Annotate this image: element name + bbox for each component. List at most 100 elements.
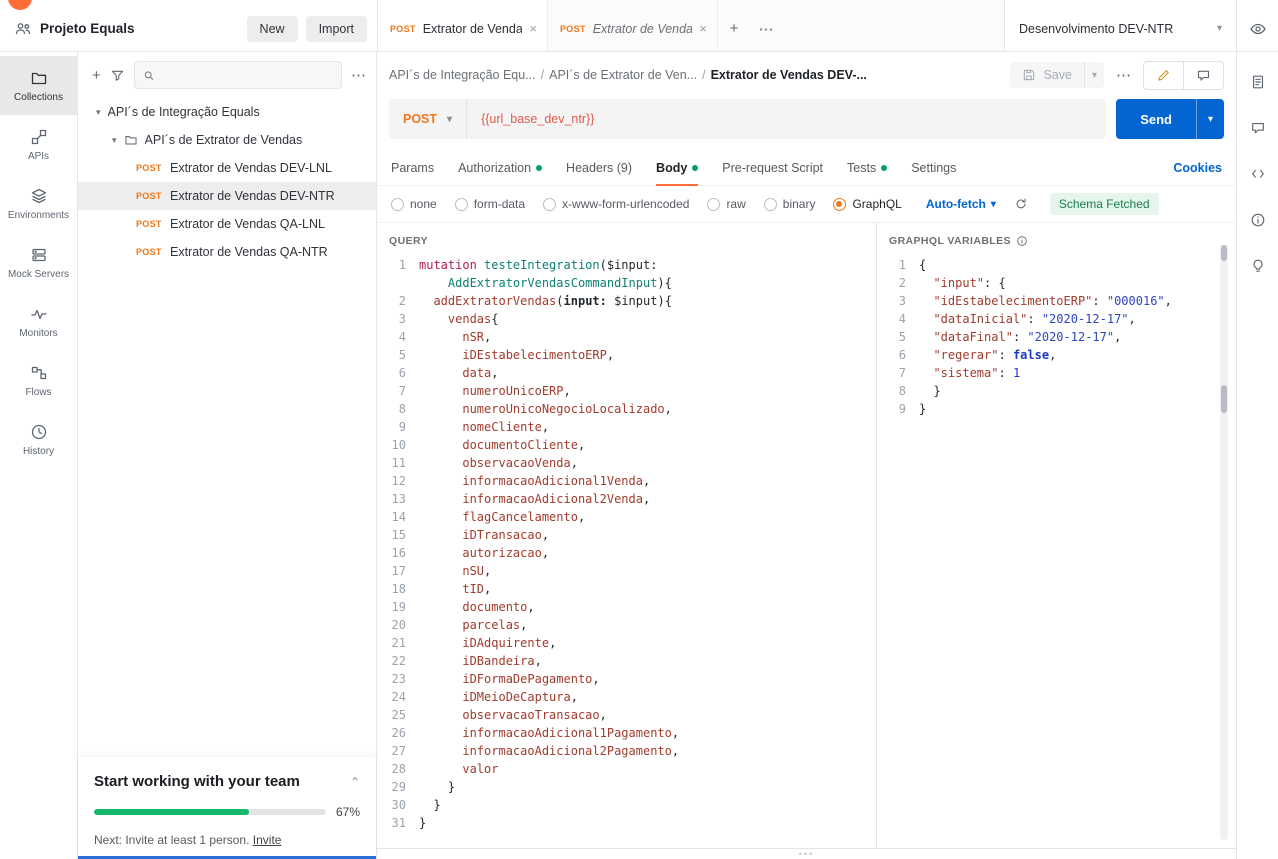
sidebar-search[interactable] [133,61,342,89]
chevron-down-icon[interactable]: ▾ [112,135,117,146]
request-info-button[interactable] [1250,212,1266,228]
cookies-link[interactable]: Cookies [1173,161,1222,175]
code-line[interactable]: 21 iDAdquirente, [389,634,876,652]
breadcrumb-collection[interactable]: API´s de Integração Equ... [389,68,536,82]
send-button[interactable]: Send [1116,99,1196,139]
code-line[interactable]: 1{ [889,256,1210,274]
documentation-button[interactable] [1250,74,1266,90]
send-options-chevron[interactable]: ▾ [1196,99,1224,139]
code-line[interactable]: 6 data, [389,364,876,382]
breadcrumb-folder[interactable]: API´s de Extrator de Ven... [549,68,697,82]
code-line[interactable]: 13 informacaoAdicional2Venda, [389,490,876,508]
new-tab-button[interactable]: + [718,0,750,51]
code-line[interactable]: 8 numeroUnicoNegocioLocalizado, [389,400,876,418]
import-button[interactable]: Import [305,15,367,42]
code-line[interactable]: 14 flagCancelamento, [389,508,876,526]
tab-authorization[interactable]: Authorization [458,150,543,185]
refresh-icon[interactable] [1014,197,1028,211]
request-tab-active[interactable]: POST Extrator de Vendas DEV × [378,0,548,51]
request-item[interactable]: POST Extrator de Vendas DEV-LNL [78,154,376,182]
code-line[interactable]: 19 documento, [389,598,876,616]
request-item[interactable]: POST Extrator de Vendas QA-NTR [78,238,376,266]
sidebar-item-collections[interactable]: Collections [0,56,77,115]
code-line[interactable]: 7 numeroUnicoERP, [389,382,876,400]
query-editor[interactable]: 1 mutation testeIntegration($input: AddEx… [389,256,876,848]
sidebar-item-flows[interactable]: Flows [0,351,77,410]
environment-selector[interactable]: Desenvolvimento DEV-NTR ▾ [1004,0,1236,51]
code-line[interactable]: 20 parcelas, [389,616,876,634]
chevron-down-icon[interactable]: ▾ [96,107,101,118]
close-icon[interactable]: × [529,21,537,36]
pull-requests-button[interactable] [1250,258,1266,274]
body-type-graphql[interactable]: GraphQL [833,197,902,211]
response-splitter[interactable]: ••• [377,848,1236,859]
filter-icon[interactable] [110,68,125,83]
scrollbar-thumb[interactable] [1221,245,1227,261]
body-type-none[interactable]: none [391,197,437,211]
comments-panel-button[interactable] [1250,120,1266,136]
code-line[interactable]: 1 mutation testeIntegration($input: AddEx… [389,256,876,292]
code-line[interactable]: 29 } [389,778,876,796]
add-collection-button[interactable]: + [92,67,101,84]
code-line[interactable]: 3 "idEstabelecimentoERP": "000016", [889,292,1210,310]
code-line[interactable]: 23 iDFormaDePagamento, [389,670,876,688]
code-snippet-button[interactable] [1250,166,1266,182]
request-item[interactable]: POST Extrator de Vendas QA-LNL [78,210,376,238]
code-line[interactable]: 3 vendas{ [389,310,876,328]
search-input[interactable] [160,67,333,83]
collapse-icon[interactable]: ⌃ [350,775,360,789]
tab-settings[interactable]: Settings [911,150,956,185]
code-line[interactable]: 25 observacaoTransacao, [389,706,876,724]
code-line[interactable]: 6 "regerar": false, [889,346,1210,364]
collection-folder[interactable]: ▾ API´s de Extrator de Vendas [78,126,376,154]
save-options-chevron[interactable]: ▾ [1083,62,1104,88]
save-button[interactable]: Save [1010,62,1084,88]
code-line[interactable]: 7 "sistema": 1 [889,364,1210,382]
sidebar-item-apis[interactable]: APIs [0,115,77,174]
code-line[interactable]: 15 iDTransacao, [389,526,876,544]
code-line[interactable]: 27 informacaoAdicional2Pagamento, [389,742,876,760]
body-type-form-data[interactable]: form-data [454,197,525,211]
code-line[interactable]: 5 "dataFinal": "2020-12-17", [889,328,1210,346]
code-line[interactable]: 12 informacaoAdicional1Venda, [389,472,876,490]
method-dropdown[interactable]: POST ▾ [389,99,468,139]
tab-body[interactable]: Body [656,150,699,186]
invite-link[interactable]: Invite [253,833,282,847]
code-line[interactable]: 16 autorizacao, [389,544,876,562]
tab-options-icon[interactable]: ⋯ [750,0,782,51]
sidebar-options-icon[interactable]: ⋯ [351,66,366,84]
close-icon[interactable]: × [699,21,707,36]
code-line[interactable]: 9} [889,400,1210,418]
code-line[interactable]: 5 iDEstabelecimentoERP, [389,346,876,364]
tab-params[interactable]: Params [391,150,434,185]
request-tab-preview[interactable]: POST Extrator de Vendas DEV × [548,0,718,51]
url-input[interactable]: {{url_base_dev_ntr}} [467,112,608,126]
edit-button[interactable] [1144,62,1183,89]
code-line[interactable]: 18 tID, [389,580,876,598]
code-line[interactable]: 8 } [889,382,1210,400]
code-line[interactable]: 22 iDBandeira, [389,652,876,670]
code-line[interactable]: 10 documentoCliente, [389,436,876,454]
code-line[interactable]: 4 nSR, [389,328,876,346]
body-type-raw[interactable]: raw [707,197,746,211]
tab-pre-request-script[interactable]: Pre-request Script [722,150,823,185]
code-line[interactable]: 26 informacaoAdicional1Pagamento, [389,724,876,742]
variables-editor[interactable]: 1{2 "input": {3 "idEstabelecimentoERP": … [889,256,1210,848]
scrollbar-track[interactable] [1220,245,1228,840]
code-line[interactable]: 2 addExtratorVendas(input: $input){ [389,292,876,310]
collection-root[interactable]: ▾ API´s de Integração Equals [78,98,376,126]
workspace-name[interactable]: Projeto Equals [40,21,135,36]
request-options-icon[interactable]: ⋯ [1116,66,1131,84]
code-line[interactable]: 9 nomeCliente, [389,418,876,436]
comments-button[interactable] [1183,61,1223,89]
sidebar-item-environments[interactable]: Environments [0,174,77,233]
sidebar-item-history[interactable]: History [0,410,77,469]
code-line[interactable]: 31} [389,814,876,832]
code-line[interactable]: 17 nSU, [389,562,876,580]
code-line[interactable]: 28 valor [389,760,876,778]
new-button[interactable]: New [246,15,298,42]
autofetch-dropdown[interactable]: Auto-fetch ▾ [926,197,996,211]
scrollbar-thumb[interactable] [1221,385,1227,413]
code-line[interactable]: 11 observacaoVenda, [389,454,876,472]
sidebar-item-mock-servers[interactable]: Mock Servers [0,233,77,292]
